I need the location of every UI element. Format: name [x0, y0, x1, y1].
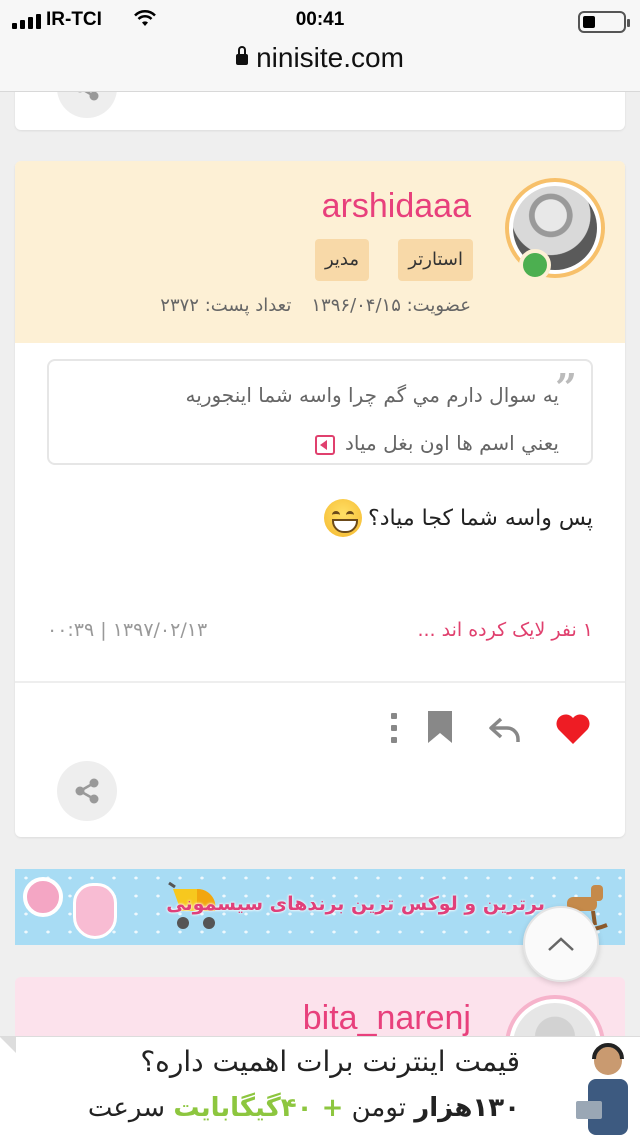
post-actions [15, 681, 625, 837]
ad-price: ۱۳۰هزار [414, 1093, 520, 1123]
ad-info-icon[interactable] [0, 1037, 16, 1053]
bib-icon [73, 883, 117, 939]
scroll-to-top-button[interactable] [523, 906, 599, 982]
more-options-icon[interactable] [389, 713, 399, 743]
quote-icon: ” [555, 365, 577, 410]
badge-admin: مدیر [314, 239, 369, 281]
rattle-icon [23, 877, 63, 917]
browser-top-bar: IR-TCI 00:41 ninisite.com [0, 0, 640, 92]
post-count: تعداد پست: ۲۳۷۲ [160, 295, 292, 316]
post-card: arshidaaa استارتر مدیر عضویت: ۱۳۹۶/۰۴/۱۵… [15, 161, 625, 837]
banner-text: برترین و لوکس ترین برندهای سیسمونی [166, 893, 545, 915]
post-date: ۰۰:۳۹ | ۱۳۹۷/۰۲/۱۳ [47, 619, 208, 641]
ad-currency: تومن [343, 1093, 415, 1123]
lock-icon [236, 46, 249, 65]
url-text: ninisite.com [256, 42, 404, 73]
address-bar[interactable]: ninisite.com [0, 42, 640, 74]
user-meta: عضویت: ۱۳۹۶/۰۴/۱۵ تعداد پست: ۲۳۷۲ [140, 295, 471, 316]
bookmark-icon[interactable] [425, 709, 455, 745]
quote-line-text: يعني اسم ها اون بغل مياد [345, 431, 559, 455]
share-icon [75, 778, 99, 804]
username[interactable]: bita_narenj [303, 999, 471, 1038]
like-heart-icon[interactable] [555, 713, 591, 745]
ad-headline: قیمت اینترنت برات اهمیت داره؟ [140, 1045, 520, 1078]
status-time: 00:41 [295, 9, 345, 30]
username[interactable]: arshidaaa [322, 187, 471, 226]
grin-emoji-icon [324, 499, 363, 537]
quote-box: ” یه سوال دارم مي گم چرا واسه شما اینجور… [47, 359, 593, 465]
online-status-icon [519, 249, 551, 281]
go-to-quote-icon[interactable] [315, 434, 336, 455]
post-body-text: پس واسه شما کجا میاد؟ [368, 505, 593, 531]
person-with-headphones-icon [576, 1043, 628, 1135]
post-body: پس واسه شما کجا میاد؟ [324, 499, 593, 537]
badge-starter: استارتر [398, 239, 473, 281]
quote-line: یه سوال دارم مي گم چرا واسه شما اینجوریه [185, 383, 559, 407]
quote-line: يعني اسم ها اون بغل مياد [69, 419, 559, 467]
internet-ad-banner[interactable]: قیمت اینترنت برات اهمیت داره؟ ۱۳۰هزار تو… [0, 1036, 640, 1136]
chevron-up-icon [548, 937, 574, 951]
share-button[interactable] [57, 761, 117, 821]
reply-icon[interactable] [487, 713, 523, 745]
ad-offer: ۱۳۰هزار تومن + ۴۰گیگابایت سرعت [88, 1093, 520, 1123]
likes-link[interactable]: ۱ نفر لایک کرده اند ... [417, 619, 593, 641]
status-bar: IR-TCI 00:41 [0, 8, 640, 34]
membership-date: عضویت: ۱۳۹۶/۰۴/۱۵ [311, 295, 471, 316]
post-header: arshidaaa استارتر مدیر عضویت: ۱۳۹۶/۰۴/۱۵… [15, 161, 625, 343]
battery-icon [578, 11, 630, 33]
ad-speed: سرعت [87, 1093, 174, 1123]
ad-data-amount: + ۴۰گیگابایت [173, 1093, 344, 1123]
